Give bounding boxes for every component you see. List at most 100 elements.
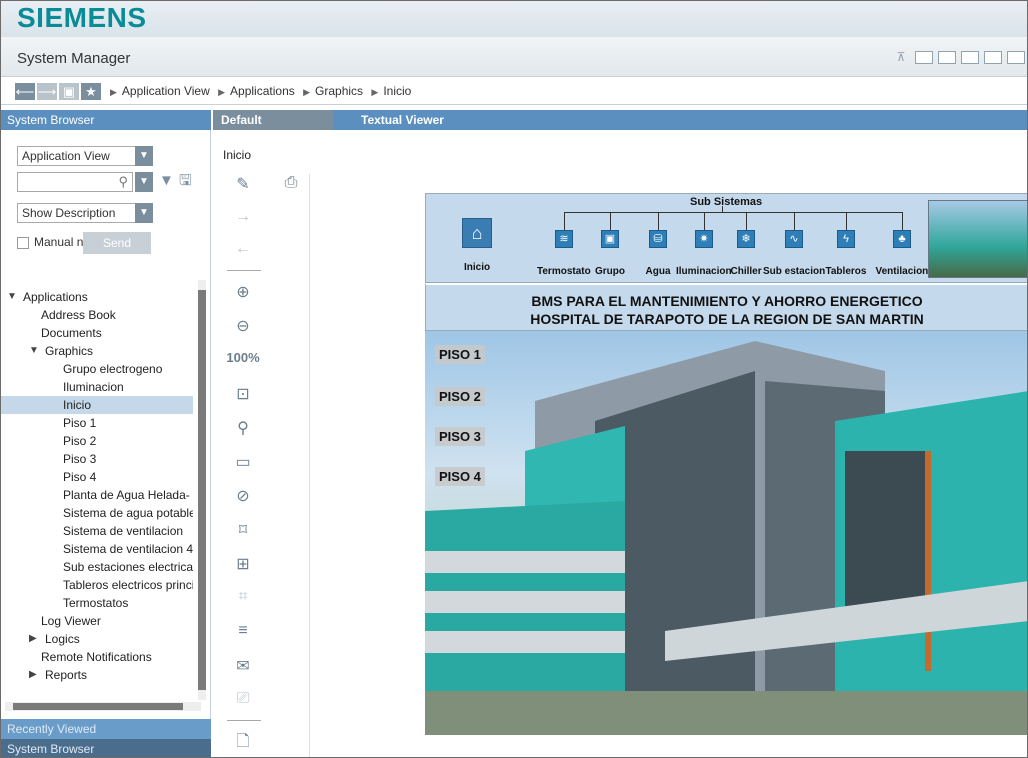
layout-5-icon[interactable]: [1007, 51, 1025, 64]
breadcrumb-item[interactable]: Graphics: [315, 84, 363, 98]
tree-item[interactable]: Documents: [1, 324, 193, 342]
print-icon[interactable]: ⎙: [269, 174, 313, 196]
zoom-in-icon[interactable]: ⊕: [221, 282, 265, 304]
tree-item[interactable]: Grupo electrogeno: [1, 360, 193, 378]
forward-button[interactable]: ⟶: [37, 83, 57, 100]
manual-checkbox[interactable]: [17, 237, 29, 249]
chevron-down-icon[interactable]: ▼: [135, 146, 153, 166]
selection-frame-icon[interactable]: ⌑: [221, 520, 265, 542]
favorite-button[interactable]: ★: [81, 83, 101, 100]
comment-icon[interactable]: ✉: [221, 656, 265, 678]
tree-item[interactable]: Piso 1: [1, 414, 193, 432]
zoom-out-icon[interactable]: ⊖: [221, 316, 265, 338]
breadcrumb-item[interactable]: Application View: [122, 84, 210, 98]
chevron-down-icon[interactable]: ▼: [135, 203, 153, 223]
zoom-search-icon[interactable]: ⚲: [221, 418, 265, 440]
subsystem-button[interactable]: ⛁: [649, 230, 667, 248]
search-input[interactable]: ⚲: [17, 172, 133, 192]
tree-item[interactable]: Sistema de agua potable: [1, 504, 193, 522]
scrollbar-thumb[interactable]: [13, 703, 183, 710]
arrow-right-icon[interactable]: →: [221, 208, 265, 230]
water-icon: ⛁: [653, 233, 663, 245]
filter-icon[interactable]: ▼: [159, 172, 174, 189]
banner-line-1: BMS PARA EL MANTENIMIENTO Y AHORRO ENERG…: [531, 293, 923, 309]
chevron-down-icon[interactable]: ▼: [7, 288, 17, 306]
layout-2-icon[interactable]: [938, 51, 956, 64]
page-button[interactable]: ▣: [59, 83, 79, 100]
layout-4-icon[interactable]: [984, 51, 1002, 64]
recently-viewed-section[interactable]: Recently Viewed: [1, 719, 211, 739]
layout-3-icon[interactable]: [961, 51, 979, 64]
connector-line: [564, 212, 565, 230]
tree-item[interactable]: ▶ Reports: [1, 666, 193, 684]
collapse-icon[interactable]: ⊼: [892, 51, 910, 64]
send-button[interactable]: Send: [83, 232, 151, 254]
tree-item[interactable]: Planta de Agua Helada- Chille: [1, 486, 193, 504]
breadcrumb-item[interactable]: Applications: [230, 84, 295, 98]
pen-icon[interactable]: ✎: [221, 174, 265, 196]
tree-horizontal-scrollbar[interactable]: [5, 702, 201, 711]
tree-item[interactable]: Sub estaciones electrica: [1, 558, 193, 576]
zoom-area-icon[interactable]: ⊘: [221, 486, 265, 508]
tree-item[interactable]: Termostatos: [1, 594, 193, 612]
tree-item[interactable]: Sistema de ventilacion: [1, 522, 193, 540]
tree-item-label: Reports: [45, 668, 88, 682]
tree-item[interactable]: Remote Notifications: [1, 648, 193, 666]
view-select[interactable]: Application View: [17, 146, 139, 166]
subsystem-button[interactable]: ≋: [555, 230, 573, 248]
tree-item[interactable]: Sistema de ventilacion 4to pi:: [1, 540, 193, 558]
chevron-right-icon[interactable]: ▶: [29, 666, 37, 684]
layers-icon[interactable]: ⊞: [221, 554, 265, 576]
chevron-down-icon[interactable]: ▼: [135, 172, 153, 192]
panel-icon: ϟ: [843, 233, 849, 245]
viewer-tabs: Default Textual Viewer: [213, 110, 1027, 130]
menu-icon[interactable]: ≡: [221, 622, 265, 644]
subsystem-button[interactable]: ❄: [737, 230, 755, 248]
back-button[interactable]: ⟵: [15, 83, 35, 100]
tree-item[interactable]: ▶ Logics: [1, 630, 193, 648]
tree-vertical-scrollbar[interactable]: [198, 280, 206, 700]
tree-item[interactable]: Piso 2: [1, 432, 193, 450]
subsystem-button[interactable]: ϟ: [837, 230, 855, 248]
subsystem-button[interactable]: ▣: [601, 230, 619, 248]
monitor-icon[interactable]: ⎚: [221, 690, 265, 712]
fit-center-icon[interactable]: ⊡: [221, 384, 265, 406]
floor-2-button[interactable]: PISO 2: [435, 387, 485, 406]
tab-textual-viewer[interactable]: Textual Viewer: [353, 110, 452, 130]
frame-icon[interactable]: ⌗: [221, 588, 265, 610]
window-title: System Manager: [17, 50, 131, 67]
arrow-left-icon[interactable]: ←: [221, 240, 265, 262]
fit-page-icon[interactable]: ▭: [221, 452, 265, 474]
tree-item[interactable]: Log Viewer: [1, 612, 193, 630]
floor-4-button[interactable]: PISO 4: [435, 467, 485, 486]
layout-1-icon[interactable]: [915, 51, 933, 64]
tree-item[interactable]: Address Book: [1, 306, 193, 324]
scrollbar-thumb[interactable]: [198, 290, 206, 690]
tree-item[interactable]: Piso 4: [1, 468, 193, 486]
save-icon[interactable]: 🖫: [179, 170, 192, 195]
home-button[interactable]: ⌂: [462, 218, 492, 248]
tree-item[interactable]: Iluminacion: [1, 378, 193, 396]
tree-item[interactable]: ▼ Graphics: [1, 342, 193, 360]
subsystem-button[interactable]: ♣: [893, 230, 911, 248]
chevron-right-icon: ▶: [218, 87, 226, 97]
subsystem-label: Sub estacion: [763, 266, 826, 277]
description-select[interactable]: Show Description: [17, 203, 139, 223]
system-browser-section[interactable]: System Browser: [1, 739, 211, 757]
zoom-level[interactable]: 100%: [221, 350, 265, 372]
tree-item-label: Sistema de ventilacion 4to pi:: [63, 542, 193, 556]
tree-item-label: Termostatos: [63, 596, 129, 610]
tree-item[interactable]: Inicio: [1, 396, 193, 414]
floor-3-button[interactable]: PISO 3: [435, 427, 485, 446]
chevron-down-icon[interactable]: ▼: [29, 342, 39, 360]
subsystem-button[interactable]: ∿: [785, 230, 803, 248]
tree-item[interactable]: Piso 3: [1, 450, 193, 468]
document-icon[interactable]: 🗋: [221, 730, 265, 752]
tab-default[interactable]: Default: [213, 110, 333, 130]
chevron-right-icon[interactable]: ▶: [29, 630, 37, 648]
subsystem-button[interactable]: ✷: [695, 230, 713, 248]
tree-item[interactable]: ▼ Applications: [1, 288, 193, 306]
breadcrumb-item[interactable]: Inicio: [383, 84, 411, 98]
floor-1-button[interactable]: PISO 1: [435, 345, 485, 364]
tree-item[interactable]: Tableros electricos principale:: [1, 576, 193, 594]
